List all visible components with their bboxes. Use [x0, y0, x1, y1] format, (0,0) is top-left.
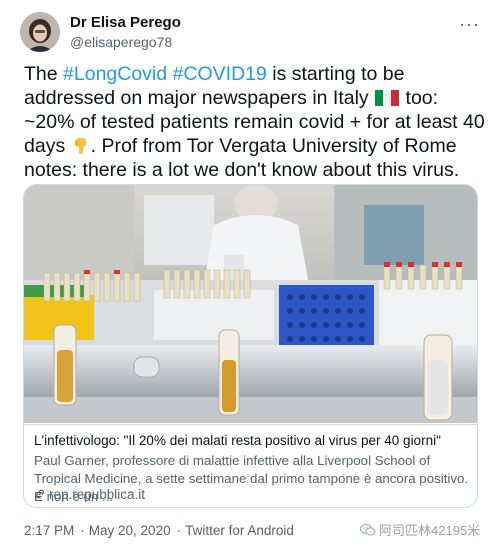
italy-flag-icon — [375, 90, 400, 106]
tweet-time[interactable]: 2:17 PM — [24, 523, 74, 538]
pointing-down-icon — [74, 138, 86, 154]
watermark: 阿司匹林42195米 — [360, 520, 480, 539]
separator-dot: · — [176, 523, 182, 538]
tweet-text: The #LongCovid #COVID19 is starting to b… — [24, 62, 486, 182]
tweet-footer: 2:17 PM · May 20, 2020 · Twitter for Android — [24, 523, 296, 538]
avatar[interactable] — [20, 12, 60, 52]
card-image — [24, 185, 477, 423]
watermark-text: 阿司匹林42195米 — [379, 523, 481, 538]
card-domain[interactable]: rep.repubblica.it — [34, 487, 145, 502]
card-info: L'infettivologo: "Il 20% dei malati rest… — [24, 424, 477, 507]
link-card[interactable]: L'infettivologo: "Il 20% dei malati rest… — [23, 184, 478, 508]
author-name[interactable]: Dr Elisa Perego — [70, 14, 181, 31]
lab-test-tubes-photo — [24, 185, 477, 423]
link-icon — [35, 489, 45, 499]
wechat-icon — [360, 524, 376, 536]
hashtag-link[interactable]: #COVID19 — [173, 63, 267, 85]
hashtag-link[interactable]: #LongCovid — [63, 63, 167, 85]
card-title[interactable]: L'infettivologo: "Il 20% dei malati rest… — [34, 433, 470, 448]
tweet-text-segment: The — [24, 63, 64, 85]
more-options-icon[interactable]: ··· — [459, 14, 480, 35]
tweet-source[interactable]: Twitter for Android — [185, 523, 294, 538]
tweet-date[interactable]: May 20, 2020 — [89, 523, 171, 538]
author-handle[interactable]: @elisaperego78 — [70, 34, 172, 50]
card-domain-text: rep.repubblica.it — [49, 487, 146, 502]
tweet-header: Dr Elisa Perego @elisaperego78 ··· — [20, 12, 480, 60]
separator-dot: · — [80, 523, 85, 538]
